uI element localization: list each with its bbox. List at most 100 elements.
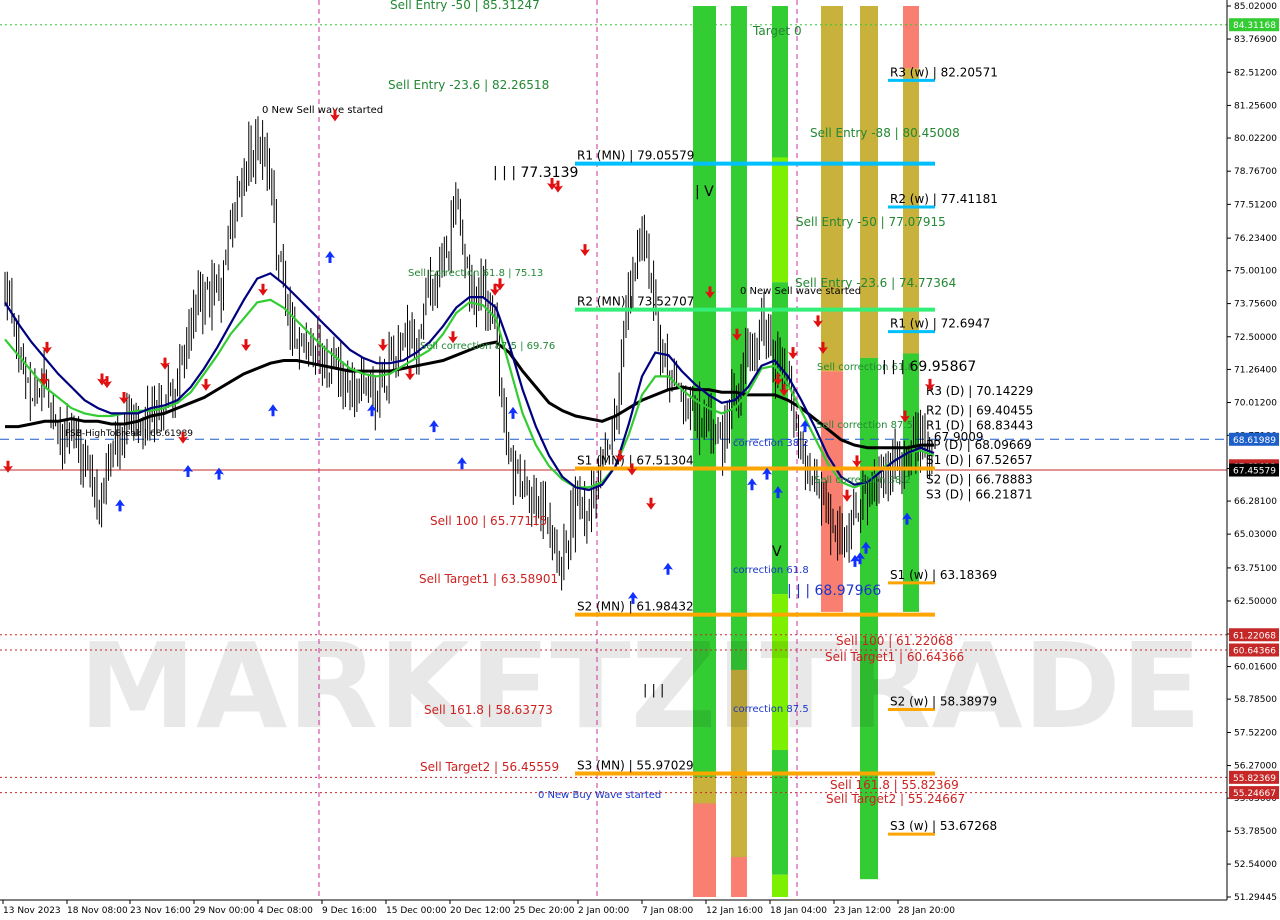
pivot-level-label: S3 (MN) | 55.97029 xyxy=(577,758,694,772)
pivot-level-label: R3 (w) | 82.20571 xyxy=(890,65,998,79)
price-axis: 85.02000 83.76900 82.51200 81.25600 80.02200… xyxy=(1226,0,1280,903)
y-tick-label: 65.03000 xyxy=(1234,530,1277,540)
y-tick-label: 56.27000 xyxy=(1234,762,1277,772)
overlay-label: | | | 69.95867 xyxy=(882,359,976,375)
overlay-label: | | | 77.3139 xyxy=(493,165,578,181)
overlay-label: Sell Target2 | 56.45559 xyxy=(420,760,559,774)
overlay-label: Sell Entry -50 | 77.07915 xyxy=(796,215,946,229)
pivot-level-label: S2 (MN) | 61.98432 xyxy=(577,600,694,614)
watermark: MARKETZITRADE xyxy=(79,617,1202,755)
pivot-level-label: R1 (MN) | 79.05579 xyxy=(577,149,694,163)
overlay-label: Sell Entry -50 | 85.31247 xyxy=(390,0,540,12)
pivot-level-label: S2 (D) | 66.78883 xyxy=(926,473,1033,487)
pivot-level-label: R2 (MN) | 73.52707 xyxy=(577,295,694,309)
x-tick-label: 20 Dec 12:00 xyxy=(450,906,511,916)
x-tick-label: 18 Nov 08:00 xyxy=(67,906,128,916)
y-tick-label: 63.75100 xyxy=(1234,564,1277,574)
overlay-label: 0 New Buy Wave started xyxy=(538,790,661,801)
zone-band xyxy=(772,874,788,897)
y-tick-label: 62.50000 xyxy=(1234,597,1277,607)
overlay-label: Sell Target1 | 63.58901 xyxy=(419,572,558,586)
overlay-label: Sell 100 | 61.22068 xyxy=(836,634,953,648)
zone-band xyxy=(731,856,747,897)
overlay-label: | | | xyxy=(643,683,664,698)
overlay-label: V xyxy=(772,544,782,560)
zone-band xyxy=(772,749,788,875)
pivot-level-label: R2 (w) | 77.41181 xyxy=(890,192,998,206)
overlay-label: 0 New Sell wave started xyxy=(740,286,861,297)
watermark-layer: MARKETZITRADE xyxy=(79,617,1202,755)
x-tick-label: 9 Dec 16:00 xyxy=(322,906,377,916)
zone-band xyxy=(693,776,716,804)
y-tick-label: 53.78500 xyxy=(1234,827,1277,837)
pivot-level-label: S1 (w) | 63.18369 xyxy=(890,568,997,582)
x-tick-label: 2 Jan 00:00 xyxy=(578,906,630,916)
overlay-label: Sell Target1 | 60.64366 xyxy=(825,650,964,664)
y-tick-label: 76.23400 xyxy=(1234,234,1277,244)
overlay-label: 0 New Sell wave started xyxy=(262,105,383,116)
overlay-label: | V xyxy=(695,184,714,200)
price-tag-label: 55.82369 xyxy=(1233,774,1276,784)
pivot-level-label: S3 (D) | 66.21871 xyxy=(926,488,1033,502)
zone-band xyxy=(772,157,788,283)
x-tick-label: 23 Jan 12:00 xyxy=(834,906,891,916)
overlay-label: Sell Target2 | 55.24667 xyxy=(826,792,965,806)
y-tick-label: 77.51200 xyxy=(1234,200,1277,210)
x-tick-label: 25 Dec 20:00 xyxy=(514,906,575,916)
overlay-label: Sell Entry -88 | 80.45008 xyxy=(810,126,960,140)
price-tag-label: 84.31168 xyxy=(1233,21,1276,31)
overlay-label: Sell Entry -23.6 | 82.26518 xyxy=(388,78,549,92)
pivot-level-label: R3 (D) | 70.14229 xyxy=(926,384,1033,398)
y-tick-label: 85.02000 xyxy=(1234,2,1277,12)
x-tick-label: 12 Jan 16:00 xyxy=(706,906,763,916)
overlay-label: Sell 100 | 65.77115 xyxy=(430,514,547,528)
overlay-label: Sell correction 87.5 | 69.76 xyxy=(420,341,555,352)
price-tag-label: 61.22068 xyxy=(1233,631,1276,641)
overlay-label: correction 87.5 xyxy=(733,704,809,715)
overlay-label: Sell 161.8 | 58.63773 xyxy=(424,703,553,717)
overlay-label: Target 0 xyxy=(752,24,802,38)
y-tick-label: 71.26400 xyxy=(1234,365,1277,375)
zone-band xyxy=(860,6,878,358)
y-tick-label: 70.01200 xyxy=(1234,398,1277,408)
x-tick-label: 13 Nov 2023 xyxy=(3,906,61,916)
x-tick-label: 23 Nov 16:00 xyxy=(130,906,191,916)
y-tick-label: 66.28100 xyxy=(1234,497,1277,507)
zone-band xyxy=(903,6,919,69)
overlay-label: correction 61.8 xyxy=(733,565,809,576)
price-chart[interactable]: MARKETZITRADE R1 (MN) | 79.05579 R2 (MN) … xyxy=(0,0,1280,920)
x-tick-label: 15 Dec 00:00 xyxy=(386,906,447,916)
overlay-label: correction 38.2 xyxy=(733,438,809,449)
overlay-label: FSB-HighToBreak | 68.61989 xyxy=(65,429,193,439)
overlay-label: Sell correction 87.5 xyxy=(816,420,913,431)
overlay-label: Sell correction 38.2 xyxy=(814,475,911,486)
y-tick-label: 57.52200 xyxy=(1234,728,1277,738)
y-tick-label: 58.78500 xyxy=(1234,695,1277,705)
price-tag-label: 67.45579 xyxy=(1233,467,1276,477)
pivot-level-label: S3 (w) | 53.67268 xyxy=(890,819,997,833)
price-tag-label: 60.64366 xyxy=(1233,647,1276,657)
pivot-level-label: S1 (MN) | 67.51304 xyxy=(577,454,694,468)
y-tick-label: 72.50000 xyxy=(1234,333,1277,343)
y-tick-label: 83.76900 xyxy=(1234,35,1277,45)
pivot-level-label: | 67.9009 xyxy=(926,430,983,444)
x-tick-label: 28 Jan 20:00 xyxy=(898,906,955,916)
x-tick-label: 29 Nov 00:00 xyxy=(194,906,255,916)
overlay-label: Sell correction 61.8 | 75.13 xyxy=(408,268,543,279)
overlay-label: Sell 161.8 | 55.82369 xyxy=(830,778,959,792)
zone-band xyxy=(821,6,843,372)
pivot-level-label: R1 (w) | 72.6947 xyxy=(890,317,990,331)
y-tick-label: 78.76700 xyxy=(1234,167,1277,177)
x-tick-label: 18 Jan 04:00 xyxy=(770,906,827,916)
y-tick-label: 81.25600 xyxy=(1234,101,1277,111)
y-tick-label: 80.02200 xyxy=(1234,134,1277,144)
zone-band xyxy=(693,803,716,897)
price-tag-label: 68.61989 xyxy=(1233,436,1276,446)
zone-band xyxy=(693,6,716,897)
x-tick-label: 7 Jan 08:00 xyxy=(642,906,694,916)
y-tick-label: 52.54000 xyxy=(1234,860,1277,870)
y-tick-label: 75.00100 xyxy=(1234,267,1277,277)
pivot-level-label: S2 (w) | 58.38979 xyxy=(890,695,997,709)
y-tick-label: 60.01600 xyxy=(1234,663,1277,673)
y-tick-label: 73.75600 xyxy=(1234,300,1277,310)
